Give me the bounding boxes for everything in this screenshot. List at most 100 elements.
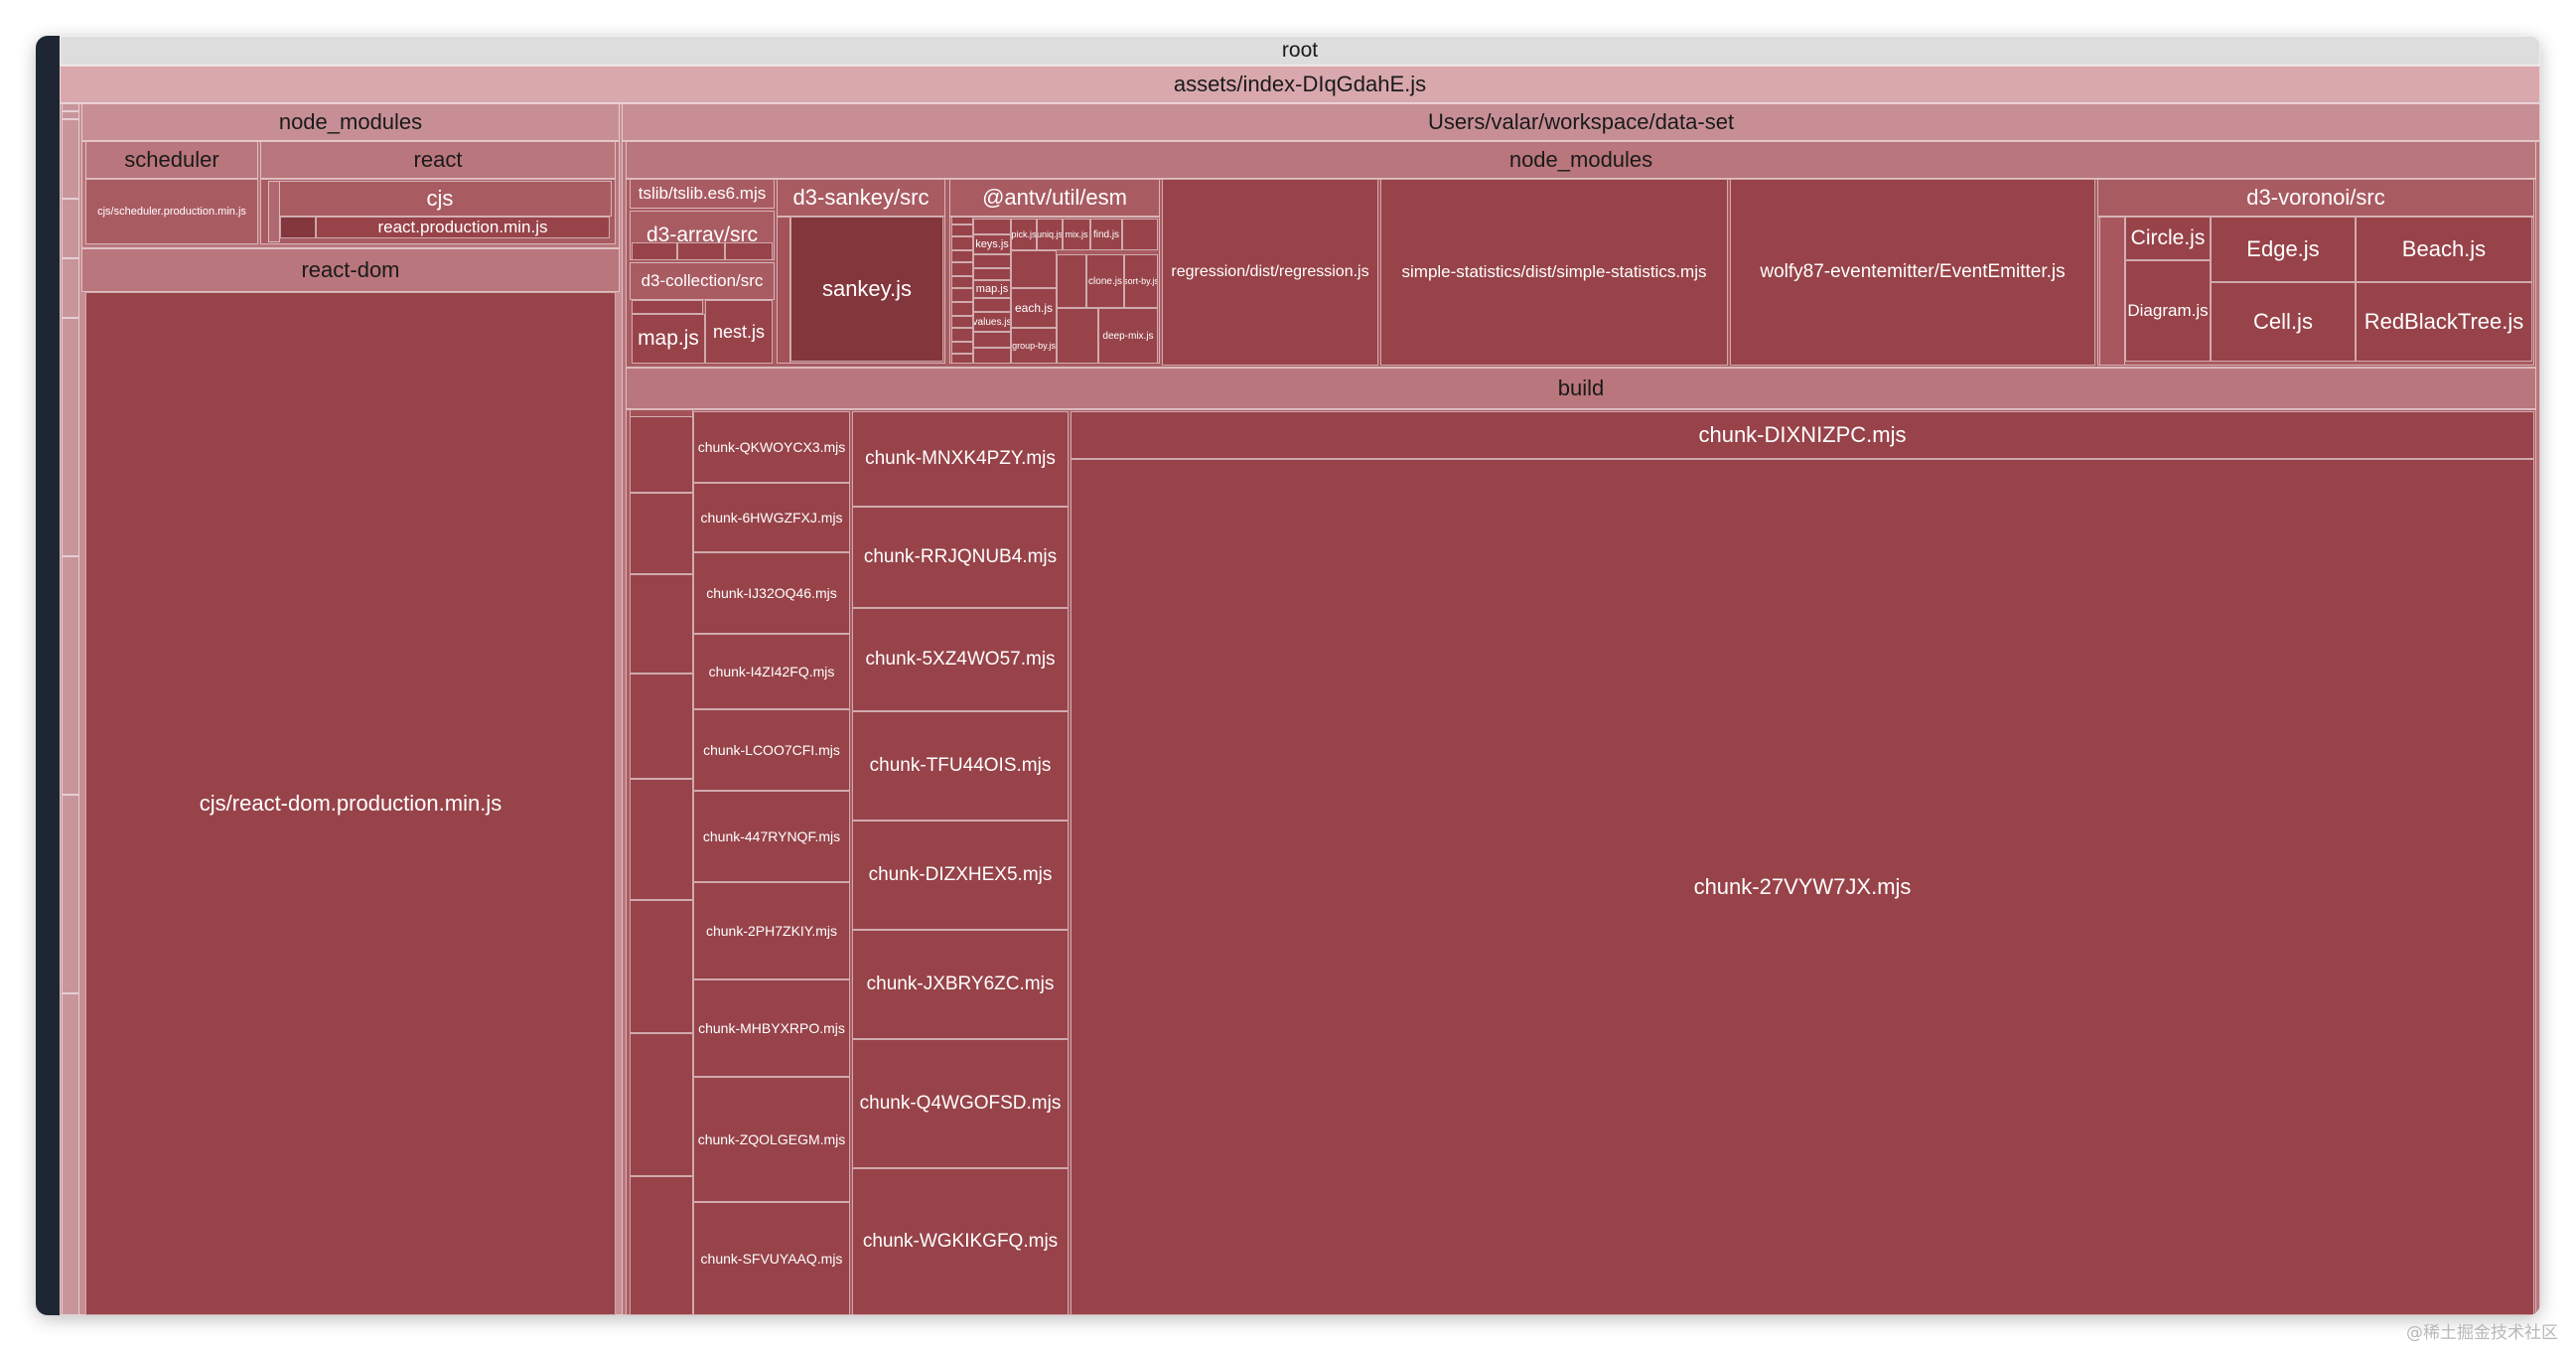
antv-small-file[interactable] <box>951 276 973 288</box>
treemap-node-cell-js[interactable]: Cell.js <box>2211 282 2356 362</box>
treemap-node-mix-js[interactable]: mix.js <box>1063 219 1090 250</box>
treemap-node-chunk-col1[interactable]: chunk-MHBYXRPO.mjs <box>693 979 850 1077</box>
treemap-node-chunk-dixnizpc-mjs[interactable]: chunk-DIXNIZPC.mjs <box>1071 411 2534 459</box>
d3-array-file[interactable] <box>632 242 677 260</box>
treemap-node-group-by-js[interactable]: group-by.js <box>1011 328 1057 364</box>
treemap-node-tslib-tslib-es6-mjs[interactable]: tslib/tslib.es6.mjs <box>630 179 775 209</box>
antv-small-file[interactable] <box>951 302 973 316</box>
treemap-node-cjs[interactable]: cjs <box>268 181 612 217</box>
treemap-node-react-dom[interactable]: react-dom <box>81 248 620 292</box>
antv-small-file[interactable] <box>973 268 1011 280</box>
treemap-node-d3-collection-src[interactable]: d3-collection/src <box>630 262 775 300</box>
chunk-tiny[interactable] <box>630 493 693 574</box>
d3-array-file[interactable] <box>677 242 725 260</box>
treemap-node-scheduler-file[interactable]: cjs/scheduler.production.min.js <box>85 179 258 244</box>
treemap-node-users-valar-workspace-data-set[interactable]: Users/valar/workspace/data-set <box>622 103 2540 141</box>
treemap-node-build[interactable]: build <box>626 368 2536 409</box>
treemap-node-wolfy87-eventemitter-eventemitter-js[interactable]: wolfy87-eventemitter/EventEmitter.js <box>1730 179 2095 366</box>
antv-small-file[interactable] <box>1011 250 1057 288</box>
treemap-node-chunk-col1[interactable]: chunk-LCOO7CFI.mjs <box>693 709 850 791</box>
chunk-tiny[interactable] <box>630 1033 693 1176</box>
treemap-node-chunk-col2[interactable]: chunk-JXBRY6ZC.mjs <box>852 930 1069 1039</box>
antv-small-file[interactable] <box>951 236 973 250</box>
treemap-node-node-modules-left[interactable]: node_modules <box>81 103 620 141</box>
treemap-node-sankey-js[interactable]: sankey.js <box>790 217 943 362</box>
antv-small-file[interactable] <box>973 219 1011 234</box>
treemap-node-chunk-col1[interactable]: chunk-I4ZI42FQ.mjs <box>693 634 850 709</box>
treemap-node-chunk-col1[interactable]: chunk-447RYNQF.mjs <box>693 791 850 882</box>
tiny-module[interactable] <box>62 119 79 199</box>
treemap-node-redblacktree-js[interactable]: RedBlackTree.js <box>2356 282 2532 362</box>
antv-small-file[interactable] <box>951 328 973 342</box>
antv-small-file[interactable] <box>1057 254 1086 308</box>
treemap-node-find-js[interactable]: find.js <box>1090 219 1122 250</box>
antv-small-file[interactable] <box>951 342 973 354</box>
treemap-node-chunk-col2[interactable]: chunk-MNXK4PZY.mjs <box>852 411 1069 507</box>
antv-small-file[interactable] <box>951 262 973 276</box>
treemap-node-chunk-col1[interactable]: chunk-QKWOYCX3.mjs <box>693 411 850 483</box>
tiny-module[interactable] <box>62 103 79 111</box>
treemap-node-chunk-col1[interactable]: chunk-IJ32OQ46.mjs <box>693 552 850 634</box>
treemap-node-uniq-js[interactable]: uniq.js <box>1037 219 1063 250</box>
treemap-node-clone-js[interactable]: clone.js <box>1086 254 1124 308</box>
antv-small-file[interactable] <box>951 250 973 262</box>
treemap-node-keys-js[interactable]: keys.js <box>973 234 1011 254</box>
treemap-node-circle-js[interactable]: Circle.js <box>2125 217 2211 260</box>
treemap-node-simple-statistics-dist-simple-statistics-mjs[interactable]: simple-statistics/dist/simple-statistics… <box>1380 179 1728 366</box>
antv-small-file[interactable] <box>973 298 1011 312</box>
treemap-node-chunk-col1[interactable]: chunk-6HWGZFXJ.mjs <box>693 483 850 552</box>
treemap-node-pick-js[interactable]: pick.js <box>1011 219 1037 250</box>
tiny-module[interactable] <box>62 556 79 795</box>
treemap-node-diagram-js[interactable]: Diagram.js <box>2125 260 2211 362</box>
tiny-module[interactable] <box>62 111 79 119</box>
tiny-module[interactable] <box>62 258 79 318</box>
antv-small-file[interactable] <box>973 332 1011 348</box>
d3-voronoi-sliver[interactable] <box>2099 217 2125 366</box>
react-sliver[interactable] <box>268 181 280 242</box>
chunk-tiny[interactable] <box>630 409 693 493</box>
treemap-node-regression-dist-regression-js[interactable]: regression/dist/regression.js <box>1162 179 1378 366</box>
treemap-node-map-js[interactable]: map.js <box>632 314 705 364</box>
antv-small-file[interactable] <box>951 354 973 364</box>
treemap-node-root[interactable]: root <box>60 36 2540 66</box>
antv-small-file[interactable] <box>1122 219 1158 250</box>
treemap-node-d3-voronoi-src[interactable]: d3-voronoi/src <box>2097 179 2534 217</box>
chunk-tiny[interactable] <box>630 900 693 1033</box>
antv-small-file[interactable] <box>973 254 1011 268</box>
react-small-file[interactable] <box>280 217 316 238</box>
chunk-tiny[interactable] <box>630 409 693 417</box>
treemap-node-scheduler[interactable]: scheduler <box>85 141 258 179</box>
treemap-node-react[interactable]: react <box>260 141 616 179</box>
treemap-node-each-js[interactable]: each.js <box>1011 288 1057 328</box>
antv-small-file[interactable] <box>1057 308 1098 364</box>
treemap-node-chunk-27vyw7jx-mjs[interactable]: chunk-27VYW7JX.mjs <box>1071 459 2534 1315</box>
d3-collection-file[interactable] <box>632 300 703 314</box>
treemap-node-chunk-col2[interactable]: chunk-RRJQNUB4.mjs <box>852 507 1069 608</box>
d3-sankey-sliver[interactable] <box>777 217 790 364</box>
treemap-node-chunk-col2[interactable]: chunk-WGKIKGFQ.mjs <box>852 1168 1069 1315</box>
antv-small-file[interactable] <box>951 316 973 328</box>
treemap-node-chunk-col1[interactable]: chunk-2PH7ZKIY.mjs <box>693 882 850 979</box>
treemap-node-chunk-col2[interactable]: chunk-TFU44OIS.mjs <box>852 711 1069 821</box>
chunk-tiny[interactable] <box>630 574 693 674</box>
treemap-node-sort-by-js[interactable]: sort-by.js <box>1124 254 1158 308</box>
tiny-module[interactable] <box>62 795 79 993</box>
treemap-node-values-js[interactable]: values.js <box>973 312 1011 332</box>
treemap-node-chunk-col2[interactable]: chunk-DIZXHEX5.mjs <box>852 821 1069 930</box>
treemap-node-nest-js[interactable]: nest.js <box>705 300 773 364</box>
treemap-node-bundle[interactable]: assets/index-DIqGdahE.js <box>60 66 2540 103</box>
treemap-node-edge-js[interactable]: Edge.js <box>2211 217 2356 282</box>
chunk-tiny[interactable] <box>630 779 693 900</box>
treemap-node-chunk-col2[interactable]: chunk-Q4WGOFSD.mjs <box>852 1039 1069 1168</box>
tiny-module[interactable] <box>62 993 79 1315</box>
treemap-node-beach-js[interactable]: Beach.js <box>2356 217 2532 282</box>
treemap-node-cjs-react-dom-production-min-js[interactable]: cjs/react-dom.production.min.js <box>85 292 616 1315</box>
tiny-module[interactable] <box>62 199 79 258</box>
chunk-tiny[interactable] <box>630 1176 693 1315</box>
antv-small-file[interactable] <box>973 348 1011 364</box>
d3-array-file[interactable] <box>725 242 773 260</box>
treemap-node-chunk-col2[interactable]: chunk-5XZ4WO57.mjs <box>852 608 1069 711</box>
antv-small-file[interactable] <box>951 217 973 225</box>
treemap-node-d3-sankey-src[interactable]: d3-sankey/src <box>777 179 945 217</box>
tiny-module[interactable] <box>62 318 79 556</box>
